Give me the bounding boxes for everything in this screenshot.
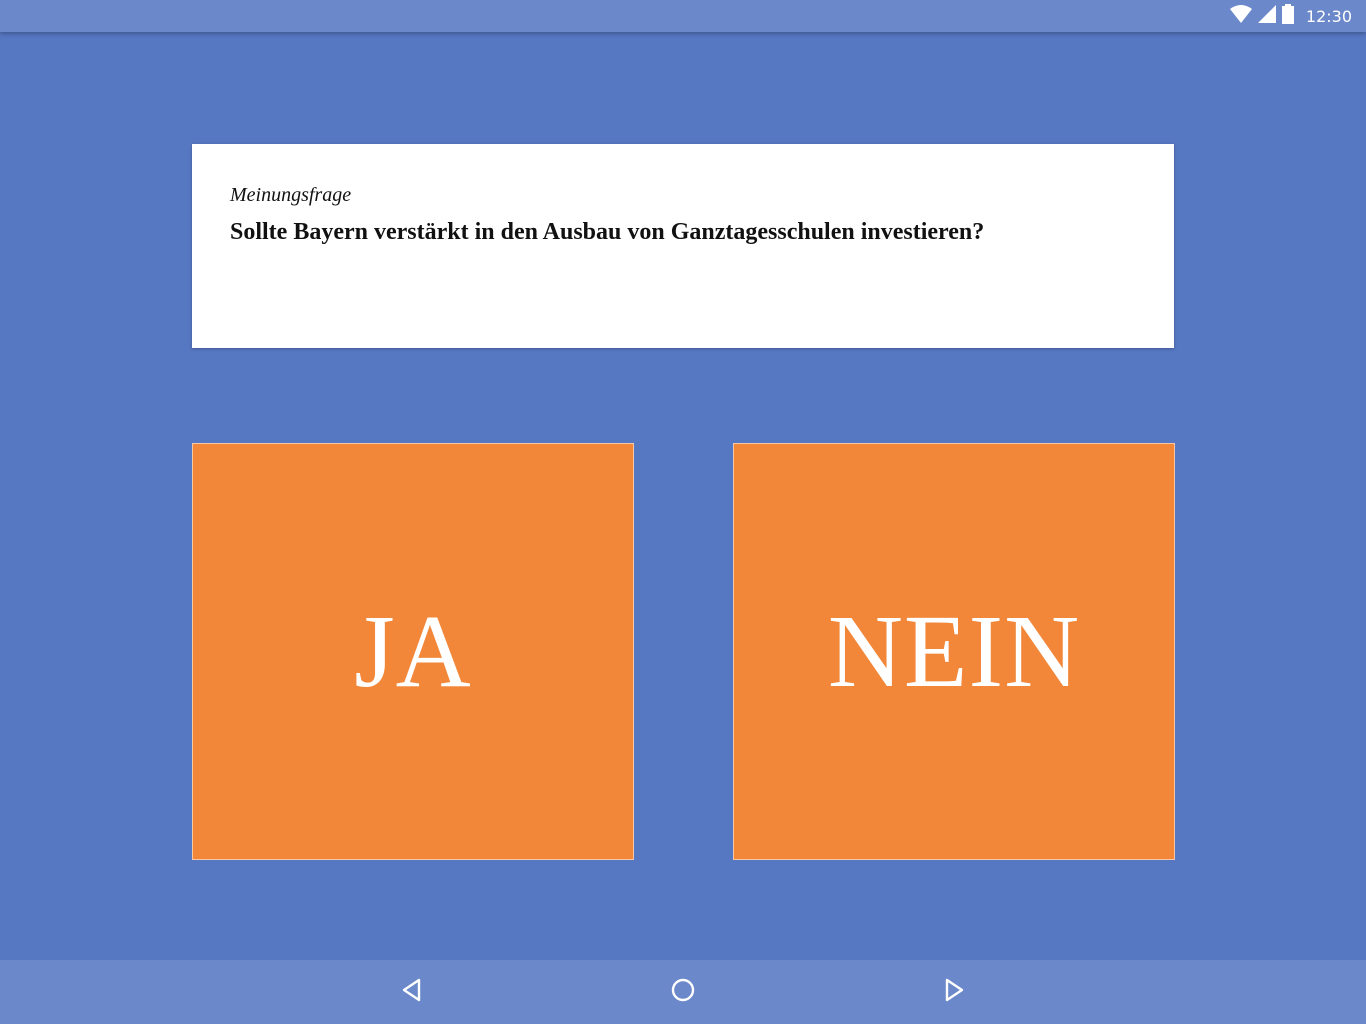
status-icons: 12:30 xyxy=(1229,0,1352,32)
yes-button-label: JA xyxy=(354,594,472,709)
cell-signal-icon xyxy=(1257,5,1276,27)
status-clock: 12:30 xyxy=(1305,6,1352,26)
yes-button[interactable]: JA xyxy=(192,443,634,860)
back-icon xyxy=(399,977,425,1007)
forward-icon xyxy=(941,977,967,1007)
forward-button[interactable] xyxy=(934,972,974,1012)
battery-icon xyxy=(1281,4,1294,28)
navigation-bar xyxy=(0,960,1366,1024)
question-card: Meinungsfrage Sollte Bayern verstärkt in… xyxy=(192,144,1174,348)
home-icon xyxy=(670,977,696,1007)
status-bar: 12:30 xyxy=(0,0,1366,32)
wifi-icon xyxy=(1229,5,1252,27)
question-category: Meinungsfrage xyxy=(230,184,352,206)
back-button[interactable] xyxy=(392,972,432,1012)
no-button[interactable]: NEIN xyxy=(733,443,1175,860)
question-text: Sollte Bayern verstärkt in den Ausbau vo… xyxy=(230,219,985,245)
home-button[interactable] xyxy=(663,972,703,1012)
no-button-label: NEIN xyxy=(827,594,1081,709)
